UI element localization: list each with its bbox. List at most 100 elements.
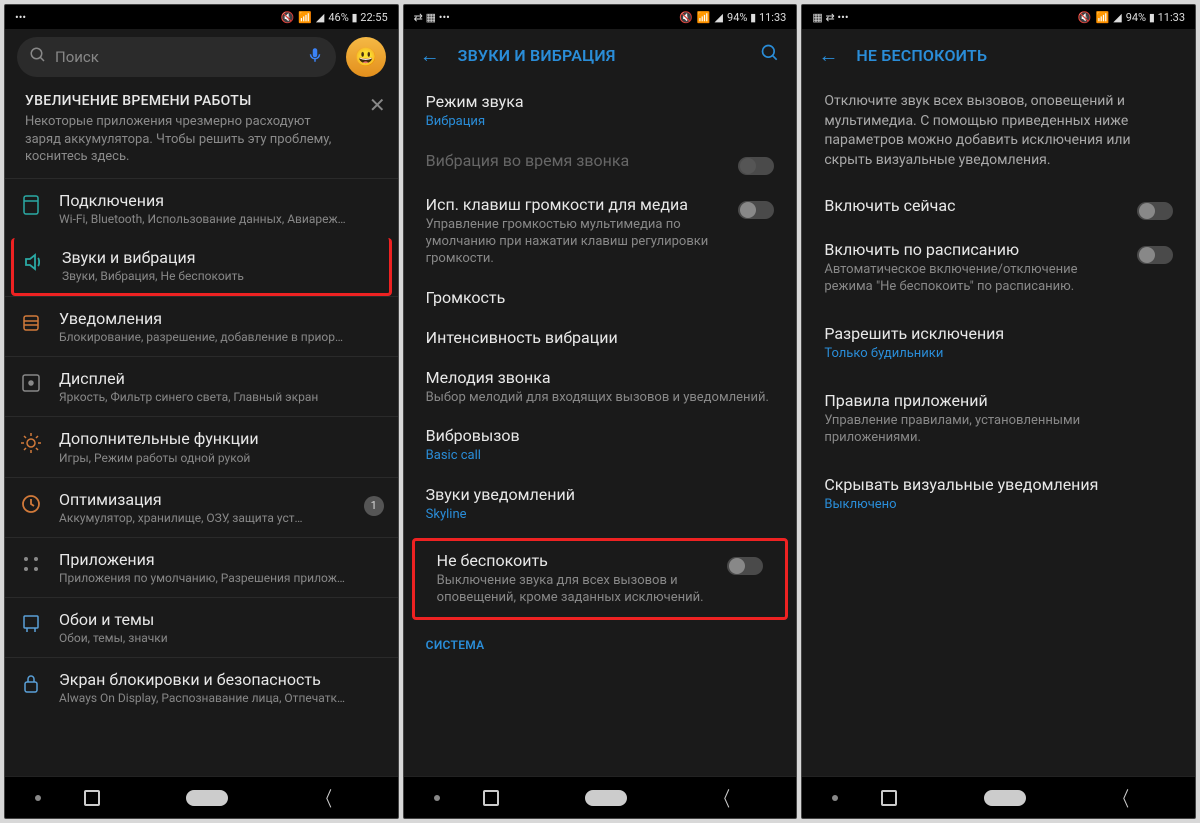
row-hide-visual[interactable]: Скрывать визуальные уведомления Выключен… [802, 457, 1195, 524]
close-icon[interactable]: ✕ [369, 93, 386, 117]
row-sub: Автоматическое включение/отключение режи… [824, 262, 1125, 296]
wifi-icon: 📶 [298, 11, 312, 24]
row-title: Вибровызов [426, 426, 775, 446]
toggle[interactable] [738, 157, 774, 175]
wifi-icon: 📶 [1096, 11, 1110, 24]
row-title: Разрешить исключения [824, 324, 1173, 344]
item-title: Дисплей [59, 369, 384, 388]
row-title: Не беспокоить [437, 551, 716, 571]
item-connections[interactable]: Подключения Wi-Fi, Bluetooth, Использова… [5, 178, 398, 238]
item-sub: Приложения по умолчанию, Разрешения прил… [59, 571, 384, 585]
header-title: ЗВУКИ И ВИБРАЦИЯ [458, 46, 743, 65]
notice-title: УВЕЛИЧЕНИЕ ВРЕМЕНИ РАБОТЫ [25, 93, 378, 109]
signal-icon: ◢ [715, 11, 723, 24]
item-title: Оптимизация [59, 490, 348, 509]
badge-count: 1 [364, 496, 384, 516]
header-title: НЕ БЕСПОКОИТЬ [856, 46, 1179, 65]
home-button[interactable] [186, 790, 228, 806]
wallpaper-icon [19, 612, 43, 636]
home-button[interactable] [984, 790, 1026, 806]
status-bar: ••• 🔇 📶 ◢ 46% ▮ 22:55 [5, 5, 398, 29]
item-apps[interactable]: Приложения Приложения по умолчанию, Разр… [5, 537, 398, 597]
mic-icon[interactable] [306, 46, 324, 68]
row-title: Исп. клавиш громкости для медиа [426, 195, 727, 215]
item-title: Экран блокировки и безопасность [59, 670, 384, 689]
item-wallpapers[interactable]: Обои и темы Обои, темы, значки [5, 597, 398, 657]
toggle[interactable] [1137, 202, 1173, 220]
mute-icon: 🔇 [1078, 11, 1092, 24]
row-vibration-intensity[interactable]: Интенсивность вибрации [404, 318, 797, 358]
item-title: Дополнительные функции [59, 429, 384, 448]
row-sub: Выключение звука для всех вызовов и опов… [437, 573, 716, 607]
recents-button[interactable] [84, 790, 100, 806]
sound-icon [22, 250, 46, 274]
back-button[interactable]: 〈 [318, 783, 332, 812]
toggle[interactable] [1137, 246, 1173, 264]
battery-notice[interactable]: УВЕЛИЧЕНИЕ ВРЕМЕНИ РАБОТЫ Некоторые прил… [5, 85, 398, 178]
row-sub: Skyline [426, 507, 775, 524]
status-bar: ⇄ ▦ ••• 🔇 📶 ◢ 94% ▮ 11:33 [404, 5, 797, 29]
screen-header: ← ЗВУКИ И ВИБРАЦИЯ [404, 29, 797, 82]
mute-icon: 🔇 [280, 11, 294, 24]
row-sound-mode[interactable]: Режим звука Вибрация [404, 82, 797, 141]
item-sub: Яркость, Фильтр синего света, Главный эк… [59, 390, 384, 404]
row-sub: Управление правилами, установленными при… [824, 413, 1173, 447]
back-button[interactable]: 〈 [716, 783, 730, 812]
toggle[interactable] [727, 557, 763, 575]
row-title: Включить по расписанию [824, 240, 1125, 260]
back-button[interactable]: 〈 [1115, 783, 1129, 812]
search-icon[interactable] [760, 43, 780, 68]
signal-icon: ◢ [1113, 11, 1121, 24]
item-display[interactable]: Дисплей Яркость, Фильтр синего света, Гл… [5, 356, 398, 416]
row-sub: Только будильники [824, 346, 1173, 363]
row-schedule[interactable]: Включить по расписанию Автоматическое вк… [802, 230, 1195, 306]
recents-button[interactable] [483, 790, 499, 806]
back-icon[interactable]: ← [818, 43, 838, 68]
row-vibrate-on-ring[interactable]: Вибрация во время звонка [404, 141, 797, 185]
item-lockscreen[interactable]: Экран блокировки и безопасность Always O… [5, 657, 398, 717]
item-advanced[interactable]: Дополнительные функции Игры, Режим работ… [5, 416, 398, 476]
row-sub: Выбор мелодий для входящих вызовов и уве… [426, 390, 775, 407]
item-sounds-vibration[interactable]: Звуки и вибрация Звуки, Вибрация, Не бес… [11, 238, 392, 296]
settings-main-screen: ••• 🔇 📶 ◢ 46% ▮ 22:55 Поиск 😃 УВЕЛИЧЕНИЕ… [4, 4, 399, 819]
advanced-icon [19, 431, 43, 455]
status-bar: ▦ ⇄ ••• 🔇 📶 ◢ 94% ▮ 11:33 [802, 5, 1195, 29]
toggle[interactable] [738, 201, 774, 219]
battery-text: 46% ▮ 22:55 [328, 11, 387, 24]
screen-header: ← НЕ БЕСПОКОИТЬ [802, 29, 1195, 82]
display-icon [19, 371, 43, 395]
row-volume-keys-media[interactable]: Исп. клавиш громкости для медиа Управлен… [404, 185, 797, 278]
row-title: Звуки уведомлений [426, 485, 775, 505]
item-title: Обои и темы [59, 610, 384, 629]
row-turn-on-now[interactable]: Включить сейчас [802, 186, 1195, 230]
item-optimization[interactable]: Оптимизация Аккумулятор, хранилище, ОЗУ,… [5, 477, 398, 537]
search-icon [29, 46, 47, 68]
row-vibration-pattern[interactable]: Вибровызов Basic call [404, 416, 797, 475]
status-icons: ⇄ ▦ ••• [414, 11, 450, 24]
search-input[interactable]: Поиск [17, 37, 336, 77]
row-sub: Выключено [824, 497, 1173, 514]
dnd-screen: ▦ ⇄ ••• 🔇 📶 ◢ 94% ▮ 11:33 ← НЕ БЕСПОКОИТ… [801, 4, 1196, 819]
notifications-icon [19, 311, 43, 335]
row-sub: Basic call [426, 448, 775, 465]
apps-icon [19, 552, 43, 576]
row-app-rules[interactable]: Правила приложений Управление правилами,… [802, 373, 1195, 457]
back-icon[interactable]: ← [420, 43, 440, 68]
section-system: СИСТЕМА [404, 624, 797, 656]
connections-icon [19, 193, 43, 217]
item-title: Приложения [59, 550, 384, 569]
row-title: Громкость [426, 288, 775, 308]
row-allow-exceptions[interactable]: Разрешить исключения Только будильники [802, 306, 1195, 373]
recents-button[interactable] [881, 790, 897, 806]
sounds-vibration-screen: ⇄ ▦ ••• 🔇 📶 ◢ 94% ▮ 11:33 ← ЗВУКИ И ВИБР… [403, 4, 798, 819]
lock-icon [19, 672, 43, 696]
item-sub: Игры, Режим работы одной рукой [59, 451, 384, 465]
row-do-not-disturb[interactable]: Не беспокоить Выключение звука для всех … [412, 538, 789, 620]
item-sub: Wi-Fi, Bluetooth, Использование данных, … [59, 212, 384, 226]
home-button[interactable] [585, 790, 627, 806]
row-ringtone[interactable]: Мелодия звонка Выбор мелодий для входящи… [404, 358, 797, 417]
item-notifications[interactable]: Уведомления Блокирование, разрешение, до… [5, 296, 398, 356]
avatar[interactable]: 😃 [346, 37, 386, 77]
row-notification-sounds[interactable]: Звуки уведомлений Skyline [404, 475, 797, 534]
row-volume[interactable]: Громкость [404, 278, 797, 318]
